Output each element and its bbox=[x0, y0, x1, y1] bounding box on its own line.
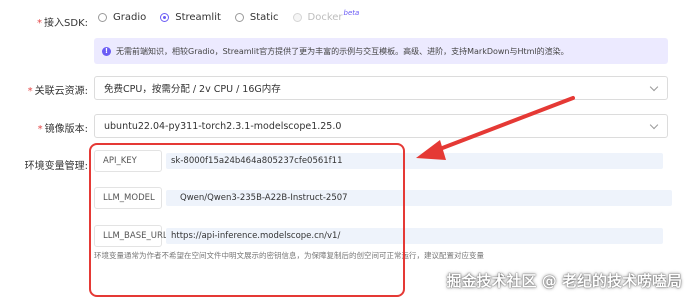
watermark: 掘金技术社区 @ 老纪的技术唠嗑局 bbox=[446, 272, 682, 290]
annotation-arrow-icon bbox=[416, 96, 575, 160]
